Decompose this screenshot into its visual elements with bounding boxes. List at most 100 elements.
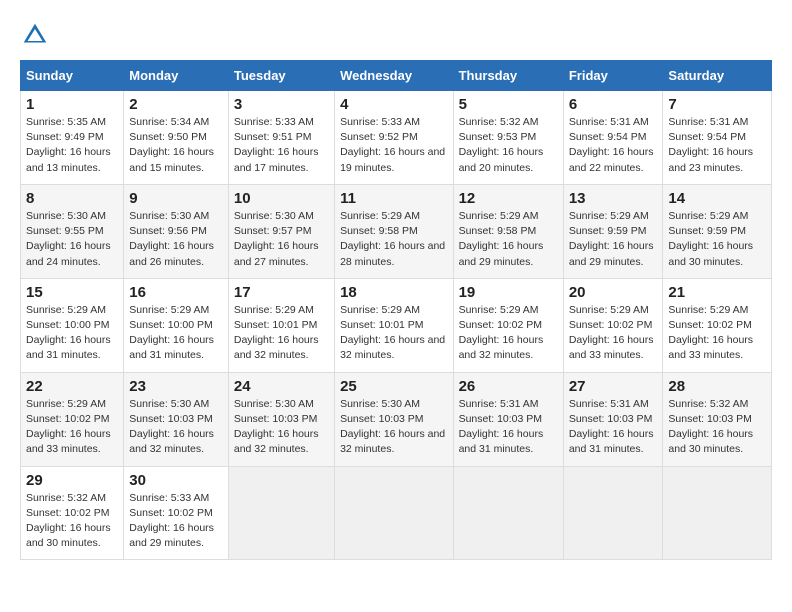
day-info: Sunrise: 5:29 AMSunset: 9:59 PMDaylight:… [569,210,654,268]
day-info: Sunrise: 5:31 AMSunset: 10:03 PMDaylight… [459,398,544,456]
calendar-week-row: 1 Sunrise: 5:35 AMSunset: 9:49 PMDayligh… [21,91,772,185]
calendar-cell: 13 Sunrise: 5:29 AMSunset: 9:59 PMDaylig… [563,184,663,278]
day-number: 12 [459,190,558,207]
calendar-cell: 25 Sunrise: 5:30 AMSunset: 10:03 PMDayli… [335,372,453,466]
logo [20,20,54,50]
calendar-cell: 18 Sunrise: 5:29 AMSunset: 10:01 PMDayli… [335,278,453,372]
day-info: Sunrise: 5:31 AMSunset: 9:54 PMDaylight:… [569,116,654,174]
day-number: 17 [234,284,329,301]
day-number: 22 [26,378,118,395]
day-number: 21 [668,284,766,301]
day-number: 23 [129,378,223,395]
calendar-cell: 17 Sunrise: 5:29 AMSunset: 10:01 PMDayli… [228,278,334,372]
day-number: 25 [340,378,447,395]
calendar-cell: 11 Sunrise: 5:29 AMSunset: 9:58 PMDaylig… [335,184,453,278]
calendar-cell: 29 Sunrise: 5:32 AMSunset: 10:02 PMDayli… [21,466,124,560]
day-info: Sunrise: 5:32 AMSunset: 9:53 PMDaylight:… [459,116,544,174]
day-number: 28 [668,378,766,395]
calendar-table: SundayMondayTuesdayWednesdayThursdayFrid… [20,60,772,560]
calendar-cell: 28 Sunrise: 5:32 AMSunset: 10:03 PMDayli… [663,372,772,466]
calendar-cell: 5 Sunrise: 5:32 AMSunset: 9:53 PMDayligh… [453,91,563,185]
calendar-cell: 6 Sunrise: 5:31 AMSunset: 9:54 PMDayligh… [563,91,663,185]
day-info: Sunrise: 5:30 AMSunset: 9:57 PMDaylight:… [234,210,319,268]
weekday-header-saturday: Saturday [663,61,772,91]
day-info: Sunrise: 5:29 AMSunset: 10:01 PMDaylight… [234,304,319,362]
calendar-cell: 30 Sunrise: 5:33 AMSunset: 10:02 PMDayli… [124,466,229,560]
day-info: Sunrise: 5:29 AMSunset: 9:59 PMDaylight:… [668,210,753,268]
day-info: Sunrise: 5:33 AMSunset: 10:02 PMDaylight… [129,492,214,550]
calendar-week-row: 8 Sunrise: 5:30 AMSunset: 9:55 PMDayligh… [21,184,772,278]
day-info: Sunrise: 5:29 AMSunset: 10:00 PMDaylight… [129,304,214,362]
weekday-header-tuesday: Tuesday [228,61,334,91]
day-number: 13 [569,190,658,207]
calendar-cell: 10 Sunrise: 5:30 AMSunset: 9:57 PMDaylig… [228,184,334,278]
day-info: Sunrise: 5:29 AMSunset: 10:02 PMDaylight… [668,304,753,362]
day-number: 29 [26,472,118,489]
calendar-cell: 27 Sunrise: 5:31 AMSunset: 10:03 PMDayli… [563,372,663,466]
day-info: Sunrise: 5:30 AMSunset: 10:03 PMDaylight… [234,398,319,456]
calendar-cell: 7 Sunrise: 5:31 AMSunset: 9:54 PMDayligh… [663,91,772,185]
page-header [20,20,772,50]
calendar-cell: 16 Sunrise: 5:29 AMSunset: 10:00 PMDayli… [124,278,229,372]
day-number: 11 [340,190,447,207]
day-info: Sunrise: 5:29 AMSunset: 10:00 PMDaylight… [26,304,111,362]
weekday-header-wednesday: Wednesday [335,61,453,91]
day-number: 18 [340,284,447,301]
day-info: Sunrise: 5:30 AMSunset: 10:03 PMDaylight… [129,398,214,456]
logo-icon [20,20,50,50]
day-info: Sunrise: 5:29 AMSunset: 10:02 PMDaylight… [569,304,654,362]
day-info: Sunrise: 5:29 AMSunset: 10:02 PMDaylight… [459,304,544,362]
calendar-week-row: 29 Sunrise: 5:32 AMSunset: 10:02 PMDayli… [21,466,772,560]
calendar-cell [228,466,334,560]
calendar-cell: 4 Sunrise: 5:33 AMSunset: 9:52 PMDayligh… [335,91,453,185]
calendar-cell [563,466,663,560]
day-number: 2 [129,96,223,113]
day-number: 7 [668,96,766,113]
day-number: 4 [340,96,447,113]
calendar-cell [663,466,772,560]
calendar-cell: 14 Sunrise: 5:29 AMSunset: 9:59 PMDaylig… [663,184,772,278]
calendar-cell: 21 Sunrise: 5:29 AMSunset: 10:02 PMDayli… [663,278,772,372]
day-info: Sunrise: 5:29 AMSunset: 9:58 PMDaylight:… [340,210,445,268]
weekday-header-sunday: Sunday [21,61,124,91]
calendar-cell: 20 Sunrise: 5:29 AMSunset: 10:02 PMDayli… [563,278,663,372]
day-info: Sunrise: 5:31 AMSunset: 10:03 PMDaylight… [569,398,654,456]
day-number: 6 [569,96,658,113]
day-info: Sunrise: 5:31 AMSunset: 9:54 PMDaylight:… [668,116,753,174]
calendar-cell: 19 Sunrise: 5:29 AMSunset: 10:02 PMDayli… [453,278,563,372]
day-info: Sunrise: 5:32 AMSunset: 10:03 PMDaylight… [668,398,753,456]
day-number: 27 [569,378,658,395]
day-number: 26 [459,378,558,395]
calendar-cell: 24 Sunrise: 5:30 AMSunset: 10:03 PMDayli… [228,372,334,466]
calendar-cell [453,466,563,560]
day-number: 19 [459,284,558,301]
day-info: Sunrise: 5:29 AMSunset: 9:58 PMDaylight:… [459,210,544,268]
calendar-cell: 8 Sunrise: 5:30 AMSunset: 9:55 PMDayligh… [21,184,124,278]
calendar-cell: 12 Sunrise: 5:29 AMSunset: 9:58 PMDaylig… [453,184,563,278]
weekday-header-friday: Friday [563,61,663,91]
day-number: 3 [234,96,329,113]
calendar-week-row: 22 Sunrise: 5:29 AMSunset: 10:02 PMDayli… [21,372,772,466]
calendar-cell: 1 Sunrise: 5:35 AMSunset: 9:49 PMDayligh… [21,91,124,185]
day-number: 14 [668,190,766,207]
day-info: Sunrise: 5:34 AMSunset: 9:50 PMDaylight:… [129,116,214,174]
weekday-header-monday: Monday [124,61,229,91]
calendar-cell: 22 Sunrise: 5:29 AMSunset: 10:02 PMDayli… [21,372,124,466]
calendar-cell: 9 Sunrise: 5:30 AMSunset: 9:56 PMDayligh… [124,184,229,278]
weekday-header-row: SundayMondayTuesdayWednesdayThursdayFrid… [21,61,772,91]
day-info: Sunrise: 5:29 AMSunset: 10:01 PMDaylight… [340,304,445,362]
day-info: Sunrise: 5:30 AMSunset: 9:55 PMDaylight:… [26,210,111,268]
day-info: Sunrise: 5:33 AMSunset: 9:52 PMDaylight:… [340,116,445,174]
weekday-header-thursday: Thursday [453,61,563,91]
day-number: 15 [26,284,118,301]
day-info: Sunrise: 5:30 AMSunset: 10:03 PMDaylight… [340,398,445,456]
calendar-cell [335,466,453,560]
day-info: Sunrise: 5:32 AMSunset: 10:02 PMDaylight… [26,492,111,550]
day-number: 24 [234,378,329,395]
calendar-cell: 26 Sunrise: 5:31 AMSunset: 10:03 PMDayli… [453,372,563,466]
day-number: 16 [129,284,223,301]
calendar-cell: 15 Sunrise: 5:29 AMSunset: 10:00 PMDayli… [21,278,124,372]
day-info: Sunrise: 5:35 AMSunset: 9:49 PMDaylight:… [26,116,111,174]
day-number: 1 [26,96,118,113]
calendar-cell: 2 Sunrise: 5:34 AMSunset: 9:50 PMDayligh… [124,91,229,185]
